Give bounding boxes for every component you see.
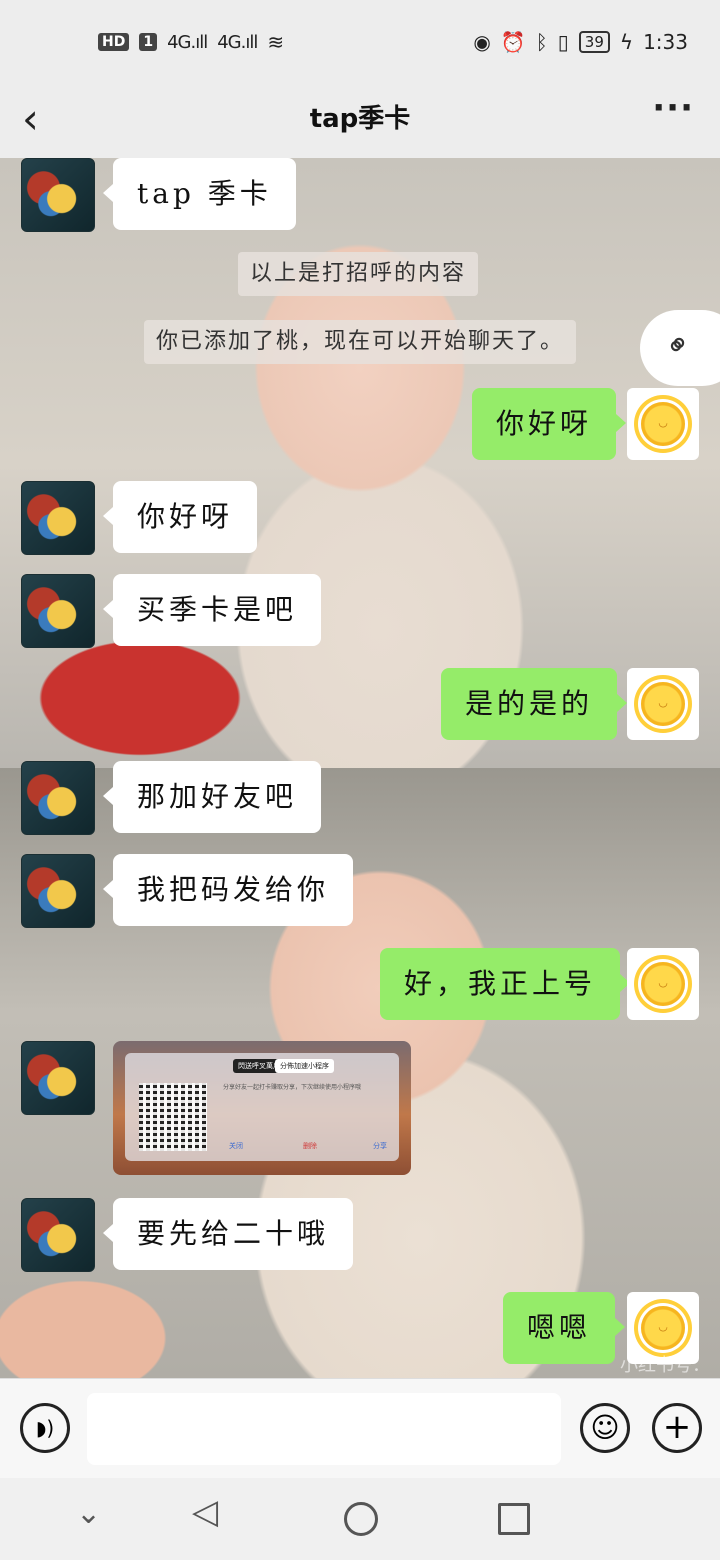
system-nav-bar: ⌄ ◁ <box>0 1478 720 1560</box>
sim-badge: 1 <box>139 33 158 51</box>
qr-delete-button: 删除 <box>303 1142 317 1150</box>
bluetooth-icon: ᛒ <box>535 30 548 54</box>
chat-header: ‹ tap季卡 ··· <box>0 88 720 158</box>
hd-badge: HD <box>98 33 130 51</box>
contact-avatar[interactable] <box>21 1198 95 1272</box>
qr-card-panel: 閃送呼叉萬戶 分佈加速小程序 分享好友一起打卡赚取分享，下次继续使用小程序哦 关… <box>125 1053 399 1161</box>
message-bubble-incoming[interactable]: 买季卡是吧 <box>102 574 322 646</box>
message-bubble-incoming[interactable]: tap 季卡 <box>103 158 296 230</box>
contact-avatar[interactable] <box>21 574 95 648</box>
message-bubble-incoming[interactable]: 要先给二十哦 <box>102 1198 354 1270</box>
message-bubble-outgoing[interactable]: 嗯嗯 <box>503 1292 626 1364</box>
system-message: 以上是打招呼的内容 <box>238 252 479 296</box>
contact-avatar[interactable] <box>21 158 95 232</box>
message-bubble-incoming[interactable]: 你好呀 <box>102 481 258 553</box>
triangle-back-icon[interactable]: ◁ <box>192 1492 218 1532</box>
plus-icon[interactable]: + <box>652 1403 702 1453</box>
qr-close-button: 关闭 <box>229 1142 243 1150</box>
status-right: ◉ ⏰ ᛒ ▯ 39 ϟ 1:33 <box>473 30 688 54</box>
chat-title: tap季卡 <box>309 104 411 134</box>
circle-home-icon[interactable] <box>344 1502 378 1536</box>
input-bar: ◗) ☺ + <box>0 1378 720 1479</box>
message-input[interactable] <box>87 1393 561 1465</box>
my-avatar[interactable]: ◡ <box>627 388 699 460</box>
more-options-button[interactable]: ··· <box>652 88 694 128</box>
qr-share-button: 分享 <box>373 1142 387 1150</box>
chevron-down-icon[interactable]: ⌄ <box>76 1496 101 1531</box>
status-left: HD 1 4G.ıll 4G.ıll ≋ <box>98 30 284 54</box>
link-float-button[interactable]: ⚭ <box>640 310 720 386</box>
emoji-icon[interactable]: ☺ <box>580 1403 630 1453</box>
image-message-qr[interactable]: 閃送呼叉萬戶 分佈加速小程序 分享好友一起打卡赚取分享，下次继续使用小程序哦 关… <box>113 1041 411 1175</box>
signal-icon-2: 4G.ıll <box>217 31 258 53</box>
vibrate-icon: ▯ <box>557 30 569 54</box>
my-avatar[interactable]: ◡ <box>627 668 699 740</box>
contact-avatar[interactable] <box>21 761 95 835</box>
alarm-off-icon: ⏰ <box>500 30 526 54</box>
chat-area[interactable]: tap 季卡 以上是打招呼的内容 你已添加了桃，现在可以开始聊天了。 ⚭ 你好呀… <box>0 158 720 1378</box>
square-recent-icon[interactable] <box>498 1503 530 1535</box>
contact-avatar[interactable] <box>21 1041 95 1115</box>
system-message: 你已添加了桃，现在可以开始聊天了。 <box>144 320 577 364</box>
qr-tag-2: 分佈加速小程序 <box>275 1059 334 1073</box>
my-avatar[interactable]: ◡ <box>627 948 699 1020</box>
message-bubble-incoming[interactable]: 那加好友吧 <box>102 761 322 833</box>
message-bubble-outgoing[interactable]: 你好呀 <box>472 388 627 460</box>
signal-icon: 4G.ıll <box>167 31 208 53</box>
link-icon: ⚭ <box>657 324 700 367</box>
contact-avatar[interactable] <box>21 481 95 555</box>
wifi-icon: ≋ <box>267 30 285 54</box>
voice-icon[interactable]: ◗) <box>20 1403 70 1453</box>
watermark: 小红书号： <box>620 1355 710 1376</box>
qr-code-icon <box>139 1083 207 1151</box>
charging-icon: ϟ <box>619 30 634 54</box>
contact-avatar[interactable] <box>21 854 95 928</box>
qr-description: 分享好友一起打卡赚取分享，下次继续使用小程序哦 <box>223 1084 362 1091</box>
message-bubble-outgoing[interactable]: 是的是的 <box>441 668 628 740</box>
message-bubble-incoming[interactable]: 我把码发给你 <box>102 854 354 926</box>
status-bar: HD 1 4G.ıll 4G.ıll ≋ ◉ ⏰ ᛒ ▯ 39 ϟ 1:33 <box>0 0 720 88</box>
clock: 1:33 <box>643 30 688 54</box>
eye-icon: ◉ <box>473 30 491 54</box>
battery-indicator: 39 <box>578 31 610 53</box>
message-bubble-outgoing[interactable]: 好，我正上号 <box>380 948 631 1020</box>
